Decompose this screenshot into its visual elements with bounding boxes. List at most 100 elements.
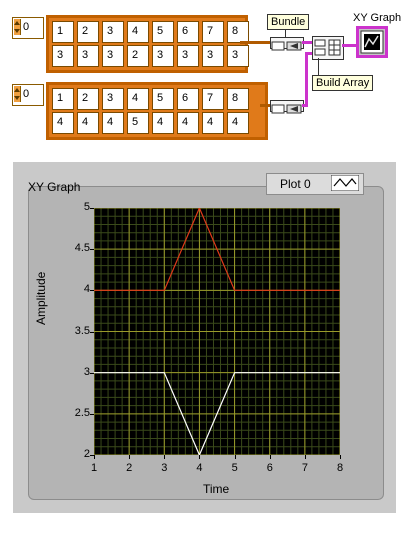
- bundle-icon: [271, 41, 302, 51]
- y-tick-label: 3.5: [74, 324, 90, 337]
- build-array-icon: [314, 39, 341, 56]
- bundle-node-2[interactable]: [270, 100, 304, 114]
- array-element[interactable]: 1: [52, 21, 74, 43]
- array2-row2: 4 4 4 5 4 4 4 4: [52, 112, 262, 134]
- array1-constant[interactable]: 1 2 3 4 5 6 7 8 3 3 3 2 3 3 3 3: [46, 15, 249, 73]
- array-element-value: 4: [157, 116, 164, 128]
- build-array-node[interactable]: [312, 36, 344, 60]
- array1-wire[interactable]: [240, 41, 270, 44]
- array1-row2: 3 3 3 2 3 3 3 3: [52, 45, 249, 67]
- array-element-value: 6: [182, 25, 189, 37]
- x-tick-label: 2: [126, 462, 133, 474]
- array2-index-control[interactable]: 0: [12, 84, 44, 106]
- array2-row1: 1 2 3 4 5 6 7 8: [52, 88, 262, 110]
- x-tick-label: 6: [266, 462, 273, 474]
- array-element[interactable]: 3: [227, 45, 249, 67]
- array-element[interactable]: 5: [152, 88, 174, 110]
- x-tick-label: 7: [301, 462, 308, 474]
- array-element[interactable]: 3: [77, 45, 99, 67]
- array-element[interactable]: 1: [52, 88, 74, 110]
- xy-graph-terminal[interactable]: [356, 26, 388, 58]
- array-element[interactable]: 6: [177, 21, 199, 43]
- array-element[interactable]: 7: [202, 88, 224, 110]
- y-tick-label: 4: [83, 283, 90, 296]
- y-tick-label: 5: [83, 201, 90, 213]
- x-tick-mark: [199, 455, 201, 459]
- array-element[interactable]: 8: [227, 21, 249, 43]
- index-spinner-icon[interactable]: [14, 19, 21, 35]
- array-element-value: 3: [207, 49, 214, 61]
- array-element-value: 3: [57, 49, 64, 61]
- array-element-value: 3: [107, 49, 114, 61]
- x-tick-label: 1: [91, 462, 98, 474]
- array-element-value: 5: [157, 25, 164, 37]
- array2-wire[interactable]: [260, 104, 270, 107]
- cluster-wire-1[interactable]: [302, 41, 312, 44]
- y-tick-label: 2.5: [74, 406, 90, 419]
- array-element-value: 3: [182, 49, 189, 61]
- index-spinner-icon[interactable]: [14, 86, 21, 102]
- array-element[interactable]: 3: [152, 45, 174, 67]
- x-tick-label: 5: [231, 462, 238, 474]
- array-element-value: 8: [232, 92, 239, 104]
- array-element[interactable]: 5: [127, 112, 149, 134]
- bundle-label-leader: [285, 30, 286, 38]
- array1-index-control[interactable]: 0: [12, 17, 44, 39]
- array-element[interactable]: 6: [177, 88, 199, 110]
- array-element[interactable]: 4: [77, 112, 99, 134]
- y-tick-mark: [90, 249, 94, 251]
- array-element[interactable]: 2: [127, 45, 149, 67]
- array-element-value: 1: [57, 25, 64, 37]
- x-axis-label: Time: [203, 482, 230, 496]
- x-tick-mark: [94, 455, 95, 459]
- x-tick-label: 4: [196, 462, 203, 474]
- array-element[interactable]: 3: [102, 45, 124, 67]
- build-array-label-leader: [318, 58, 319, 75]
- array-element-value: 3: [232, 49, 239, 61]
- array-element[interactable]: 4: [202, 112, 224, 134]
- array-element[interactable]: 3: [52, 45, 74, 67]
- array-element[interactable]: 4: [127, 88, 149, 110]
- array-element[interactable]: 2: [77, 88, 99, 110]
- x-tick-label: 8: [337, 462, 344, 474]
- x-tick-mark: [269, 455, 271, 459]
- array-element[interactable]: 4: [227, 112, 249, 134]
- array2-constant[interactable]: 1 2 3 4 5 6 7 8 4 4 4 5 4 4 4 4: [46, 82, 268, 140]
- x-tick-label: 3: [161, 462, 168, 474]
- plot-legend[interactable]: Plot 0: [266, 173, 364, 195]
- graph-terminal-icon: [360, 30, 384, 54]
- bundle-node-1[interactable]: [270, 37, 304, 51]
- array-element[interactable]: 3: [102, 21, 124, 43]
- array-element[interactable]: 4: [102, 112, 124, 134]
- x-tick-mark: [234, 455, 236, 459]
- array-element-value: 2: [132, 49, 139, 61]
- array1-row1: 1 2 3 4 5 6 7 8: [52, 21, 249, 43]
- array-element[interactable]: 4: [52, 112, 74, 134]
- array-element[interactable]: 3: [177, 45, 199, 67]
- array-element-value: 4: [132, 25, 139, 37]
- array-element[interactable]: 4: [152, 112, 174, 134]
- array-element[interactable]: 7: [202, 21, 224, 43]
- array-element-value: 6: [182, 92, 189, 104]
- array-element-value: 8: [232, 25, 239, 37]
- array-element-value: 4: [132, 92, 139, 104]
- cluster-wire-2-vertical[interactable]: [305, 52, 308, 107]
- plot-line-style-icon[interactable]: [331, 175, 359, 191]
- xy-graph-terminal-label: XY Graph: [353, 12, 402, 24]
- array-element[interactable]: 5: [152, 21, 174, 43]
- array-element[interactable]: 3: [102, 88, 124, 110]
- array-element[interactable]: 4: [177, 112, 199, 134]
- x-tick-mark: [164, 455, 166, 459]
- array-element[interactable]: 3: [202, 45, 224, 67]
- array-element-value: 5: [157, 92, 164, 104]
- y-tick-mark: [90, 372, 94, 374]
- y-axis-label: Amplitude: [34, 271, 48, 325]
- plot-area[interactable]: [94, 208, 340, 455]
- array-element[interactable]: 4: [127, 21, 149, 43]
- array-element[interactable]: 8: [227, 88, 249, 110]
- array-element[interactable]: 2: [77, 21, 99, 43]
- x-tick-mark: [129, 455, 131, 459]
- graph-title: XY Graph: [28, 180, 81, 194]
- array-element-value: 1: [57, 92, 64, 104]
- output-wire[interactable]: [342, 44, 356, 47]
